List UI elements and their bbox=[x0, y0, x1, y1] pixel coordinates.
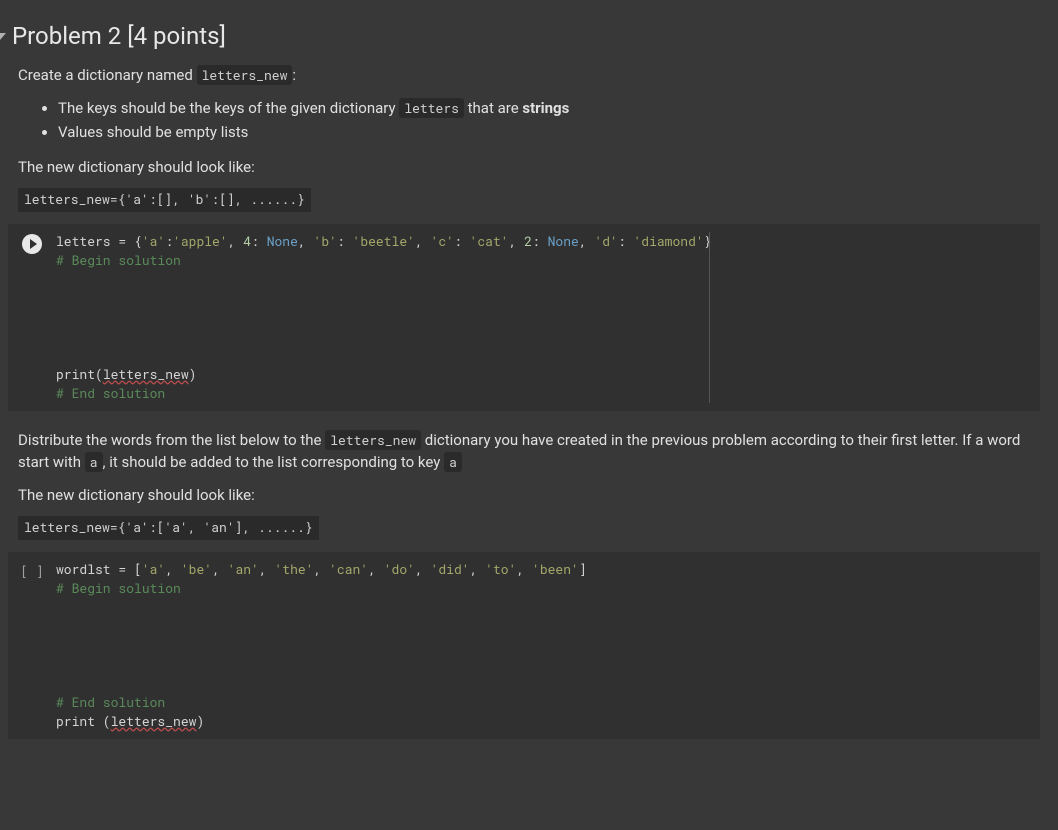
code-cell-2[interactable]: [ ] wordlst = ['a', 'be', 'an', 'the', '… bbox=[8, 552, 1040, 739]
collapse-arrow-icon[interactable] bbox=[0, 33, 6, 40]
list-item: Values should be empty lists bbox=[58, 121, 1040, 144]
cell-divider-line bbox=[709, 232, 710, 403]
example-output-2: letters_new={'a':['a', 'an'], ......} bbox=[18, 516, 319, 540]
code-letters-new-2: letters_new bbox=[325, 430, 421, 450]
run-cell-button[interactable] bbox=[22, 234, 42, 254]
list-item: The keys should be the keys of the given… bbox=[58, 97, 1040, 120]
code-a-1: a bbox=[85, 452, 103, 472]
problem-title: Problem 2 [4 points] bbox=[12, 18, 226, 54]
code-editor-2[interactable]: wordlst = ['a', 'be', 'an', 'the', 'can'… bbox=[56, 560, 1040, 731]
example-output-1: letters_new={'a':[], 'b':[], ......} bbox=[18, 188, 311, 212]
example-intro-2: The new dictionary should look like: bbox=[18, 484, 1040, 507]
code-editor-1[interactable]: letters = {'a':'apple', 4: None, 'b': 'b… bbox=[56, 232, 1040, 403]
cell-execution-indicator[interactable]: [ ] bbox=[20, 562, 43, 580]
code-letters: letters bbox=[399, 98, 464, 118]
requirements-list: The keys should be the keys of the given… bbox=[58, 97, 1040, 144]
section-header[interactable]: Problem 2 [4 points] bbox=[0, 0, 1040, 64]
code-letters-new: letters_new bbox=[197, 65, 293, 85]
code-cell-1[interactable]: letters = {'a':'apple', 4: None, 'b': 'b… bbox=[8, 224, 1040, 411]
example-intro: The new dictionary should look like: bbox=[18, 156, 1040, 179]
part2-text: Distribute the words from the list below… bbox=[18, 429, 1040, 474]
intro-text: Create a dictionary named letters_new: bbox=[18, 64, 1040, 87]
code-a-2: a bbox=[444, 452, 462, 472]
